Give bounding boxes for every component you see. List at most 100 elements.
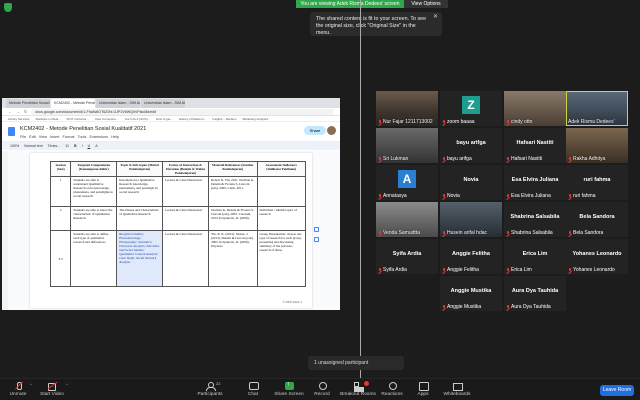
start-video-label: Start Video xyxy=(40,392,64,397)
bookmark[interactable]: Yes It Its It (SOS)... xyxy=(124,116,150,121)
participant-display-name: Yohanes Leonardo xyxy=(572,251,622,257)
mic-muted-icon xyxy=(442,156,446,162)
table-cell[interactable]: Students are able to define each type of… xyxy=(70,230,118,287)
italic-button[interactable]: I xyxy=(82,144,83,148)
participant-name: cindy otto xyxy=(511,119,533,125)
table-cell[interactable]: Yin, R. K. (2015). Stokes, J. (2013). De… xyxy=(208,230,258,287)
table-cell[interactable] xyxy=(256,176,306,207)
bookmark[interactable]: Statistics in Medi... xyxy=(36,116,61,121)
participant-display-name: Shabrina Salsabila xyxy=(510,214,560,220)
participant-tile[interactable]: Nur Fajar 1211713002 xyxy=(376,91,438,126)
browser-tab-active[interactable]: KCM2402 - Metode Penelitian... xyxy=(51,99,95,108)
table-header: Session (Sesi) xyxy=(49,161,72,177)
bookmark[interactable]: SCIT instructor... xyxy=(67,116,89,121)
participant-tile[interactable]: Rakha Adhitya xyxy=(566,128,628,163)
record-icon xyxy=(318,382,327,390)
bookmark[interactable]: History of Media G... xyxy=(179,116,206,121)
participant-name: Bela Sandora xyxy=(573,230,604,236)
back-icon[interactable]: ← xyxy=(8,109,12,114)
suggest-edit-icon[interactable] xyxy=(314,237,319,242)
video-options-caret-icon[interactable]: ^ xyxy=(66,382,68,387)
table-cell[interactable]: 2 xyxy=(49,206,72,231)
table-cell[interactable]: The Nature and Characteristic of Qualita… xyxy=(116,206,164,231)
participant-name-tag: Adek Risma Dedees' xyxy=(568,119,615,125)
browser-tab[interactable]: Metode Penelitian Sosial Kual... xyxy=(6,99,50,108)
bookmark[interactable]: Marketing Analytics xyxy=(243,116,269,121)
participant-tile[interactable]: Venda Samudtta xyxy=(376,202,438,237)
participant-tile[interactable]: cindy otto xyxy=(504,91,566,126)
reload-icon[interactable]: ↻ xyxy=(24,109,27,114)
browser-tab[interactable]: Universitas Islam - SIM Akad... xyxy=(141,99,185,108)
table-cell[interactable]: Robert K. Yin, 2011. Norman K. Denzin & … xyxy=(208,176,258,207)
table-cell[interactable]: Students are able to know the characteri… xyxy=(70,206,118,231)
add-comment-icon[interactable] xyxy=(314,227,319,232)
doc-canvas[interactable]: Session (Sesi) Targeted Competencies (Ke… xyxy=(2,151,340,310)
mic-muted-icon xyxy=(378,119,382,125)
table-cell[interactable]: Group Presentation: choose one type of r… xyxy=(256,230,306,287)
participant-tile[interactable]: A Annatasya xyxy=(376,165,438,200)
table-cell[interactable]: Students are able to understand Qualitat… xyxy=(70,176,118,207)
table-header: Material References (Sumber Pembelajaran… xyxy=(208,161,258,177)
table-cell[interactable]: Lecture & Class Discussion xyxy=(162,206,210,231)
share-screen-icon xyxy=(284,381,294,390)
video-off-icon xyxy=(47,382,57,391)
url-field[interactable]: docs.google.com/document/d/1-Fhz8v8OT6Z0… xyxy=(31,108,334,115)
participant-tile[interactable]: bayu arifga bayu arifga xyxy=(440,128,502,163)
participant-tile[interactable]: Hafsari Nastiti Hafsari Nastiti xyxy=(504,128,566,163)
table-cell[interactable]: Individual / submit topics of research xyxy=(256,206,306,231)
zoom-select[interactable]: 100% xyxy=(10,144,19,148)
participant-tile[interactable]: Yohanes Leonardo Yohanes Leonardo xyxy=(566,239,628,274)
underline-button[interactable]: U xyxy=(88,144,91,148)
font-size-select[interactable]: 11 xyxy=(65,144,69,148)
doc-menu-bar[interactable]: File Edit View Insert Format Tools Exten… xyxy=(20,135,119,139)
view-options-button[interactable]: View Options xyxy=(404,0,448,8)
participant-name: Sri Lukman xyxy=(383,156,409,162)
text-color-button[interactable]: A xyxy=(95,144,97,148)
chat-button[interactable]: Chat xyxy=(233,382,273,397)
participant-tile[interactable]: ruri fahma ruri fahma xyxy=(566,165,628,200)
doc-title[interactable]: KCM2402 - Metode Penelitian Sosial Kuali… xyxy=(20,126,146,132)
bookmark[interactable]: How to get... xyxy=(156,116,173,121)
participant-tile[interactable]: Esa Elvira Juliana Esa Elvira Juliana xyxy=(504,165,566,200)
table-cell[interactable]: 1 xyxy=(49,176,72,207)
browser-tab[interactable]: Universitas Islam - SIM Akad... xyxy=(96,99,140,108)
table-cell[interactable]: Reception Studies; Phenomenology; Ethnog… xyxy=(116,230,164,287)
forward-icon[interactable]: → xyxy=(16,109,20,114)
participants-button[interactable]: Participants xyxy=(190,382,230,397)
table-cell[interactable]: Introduction to Qualitative Research: kn… xyxy=(116,176,164,207)
participant-tile[interactable]: Sri Lukman xyxy=(376,128,438,163)
participant-tile[interactable]: Aura Dya Tauhida Aura Dya Tauhida xyxy=(504,276,566,311)
doc-page: Session (Sesi) Targeted Competencies (Ke… xyxy=(30,153,312,308)
bookmark[interactable]: Library Services xyxy=(8,116,30,121)
participant-tile[interactable]: Zzoom baaaa xyxy=(440,91,502,126)
font-select[interactable]: Times... xyxy=(48,144,61,148)
participant-tile[interactable]: Shabrina Salsabila Shabrina Salsabila xyxy=(504,202,566,237)
leave-room-button[interactable]: Leave Room xyxy=(600,385,634,396)
unmute-label: Unmute xyxy=(9,392,27,397)
participant-tile[interactable]: Syifa Ardia Syifa Ardia xyxy=(376,239,438,274)
participant-tile[interactable]: Husein arifal hdac xyxy=(440,202,502,237)
table-cell[interactable]: 3-5 xyxy=(49,230,72,287)
bookmark[interactable]: Insights – Medium xyxy=(212,116,236,121)
participant-tile[interactable]: Anggie Mustika Anggie Mustika xyxy=(440,276,502,311)
docs-icon[interactable] xyxy=(8,127,15,136)
bold-button[interactable]: B xyxy=(74,144,77,148)
avatar[interactable] xyxy=(327,126,336,135)
style-select[interactable]: Normal text xyxy=(24,144,42,148)
whiteboard-icon xyxy=(452,382,463,391)
close-icon[interactable]: ✕ xyxy=(433,14,438,21)
whiteboards-button[interactable]: Whiteboards xyxy=(437,382,477,397)
share-button[interactable]: Share xyxy=(304,126,326,135)
unassigned-participant-notice[interactable]: 1 unassigned participant xyxy=(308,356,404,370)
split-divider[interactable] xyxy=(360,0,361,378)
bookmark[interactable]: View Correction... xyxy=(95,116,119,121)
table-cell[interactable]: Lecture & Class Discussion xyxy=(162,176,210,207)
participant-tile[interactable]: Novia Novia xyxy=(440,165,502,200)
participant-tile[interactable]: Anggie Felitha Anggie Felitha xyxy=(440,239,502,274)
participant-tile[interactable]: Bela Sandora Bela Sandora xyxy=(566,202,628,237)
participant-tile[interactable]: Erica Lim Erica Lim xyxy=(504,239,566,274)
participant-tile[interactable]: Adek Risma Dedees' xyxy=(566,91,628,126)
table-cell[interactable]: Lecture & Class Discussion xyxy=(162,230,210,287)
record-button[interactable]: Record xyxy=(302,382,342,397)
table-cell[interactable]: Norman K. Denzin & Yvonna S. Lincoln (ed… xyxy=(208,206,258,231)
